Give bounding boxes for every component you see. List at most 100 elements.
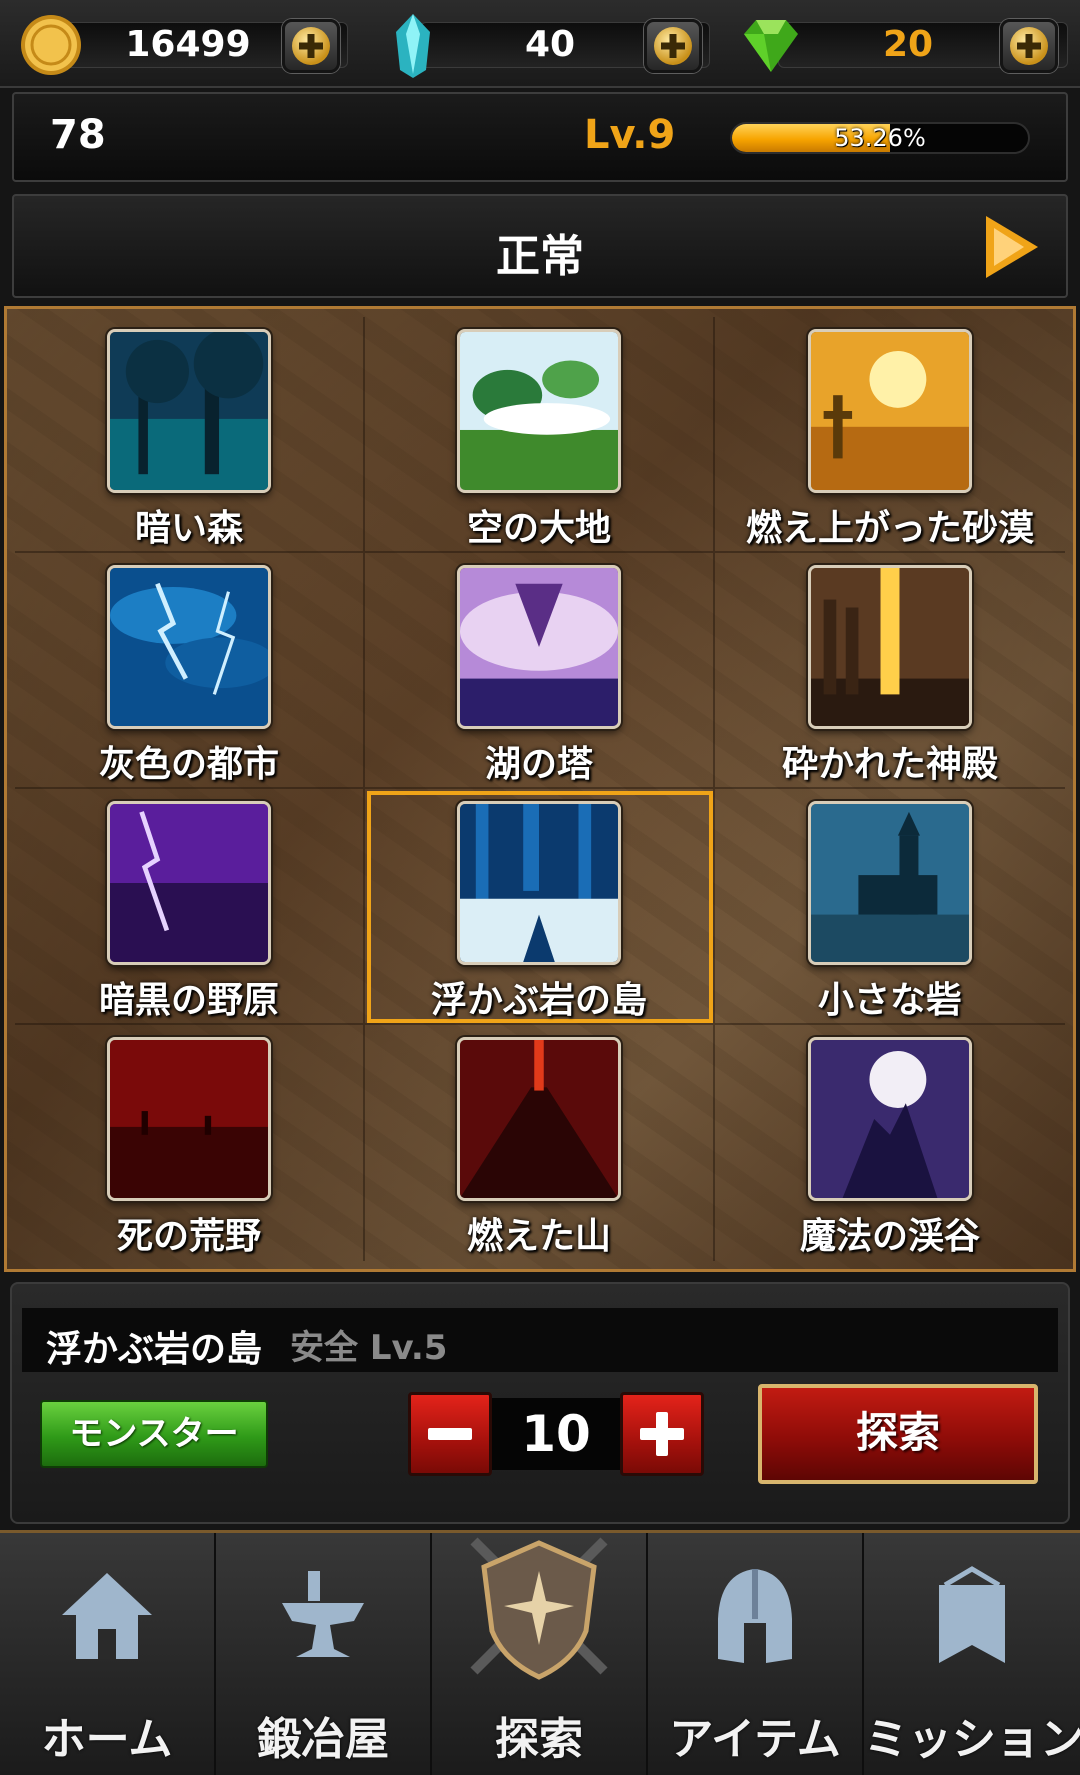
tab-blacksmith[interactable]: 鍛冶屋 [216, 1533, 432, 1775]
status-row: 正常 [12, 194, 1068, 298]
add-gem-button[interactable] [1000, 19, 1058, 73]
currency-bar: 16499 40 20 [0, 0, 1080, 88]
forest-scene-icon [110, 332, 268, 490]
plus-icon [1010, 27, 1048, 65]
tab-missions[interactable]: ミッション [864, 1533, 1080, 1775]
banner-icon [939, 1566, 1005, 1663]
tab-items[interactable]: アイテム [648, 1533, 864, 1775]
green-gem-icon [744, 20, 798, 72]
area-lake-tower[interactable]: 湖の塔 [365, 553, 715, 789]
tab-explore[interactable]: 探索 [432, 1533, 648, 1775]
gold-currency: 16499 [18, 10, 348, 78]
lake-tower-scene-icon [460, 568, 618, 726]
gold-coin-icon [21, 15, 81, 75]
status-title: 正常 [496, 231, 584, 282]
area-label: 魔法の渓谷 [799, 1216, 980, 1257]
gem-amount: 20 [882, 24, 934, 65]
xp-percent-text: 53.26% [834, 124, 926, 152]
tab-home[interactable]: ホーム [0, 1533, 216, 1775]
wasteland-scene-icon [110, 1040, 268, 1198]
area-label: 暗い森 [134, 508, 243, 549]
area-label: 砕かれた神殿 [781, 744, 998, 785]
area-thumbnail [107, 329, 271, 493]
decrement-button[interactable] [408, 1392, 492, 1476]
player-level: Lv.9 [584, 112, 676, 158]
player-level-row: 78 Lv.9 53.26% [12, 92, 1068, 182]
area-label: 死の荒野 [116, 1216, 261, 1257]
area-thumbnail [107, 565, 271, 729]
area-label: 暗黒の野原 [98, 980, 279, 1021]
volcano-scene-icon [460, 1040, 618, 1198]
next-arrow-icon[interactable] [980, 212, 1042, 282]
tab-label: 鍛冶屋 [257, 1714, 389, 1765]
gold-amount: 16499 [125, 24, 251, 65]
plus-icon [292, 27, 330, 65]
area-gray-city[interactable]: 灰色の都市 [15, 553, 365, 789]
area-sky-land[interactable]: 空の大地 [365, 317, 715, 553]
area-thumbnail [457, 801, 621, 965]
tab-label: ホーム [41, 1714, 173, 1765]
add-crystal-button[interactable] [644, 19, 702, 73]
crossed-swords-shield-icon [470, 1537, 608, 1680]
area-thumbnail [457, 565, 621, 729]
area-label: 湖の塔 [484, 744, 593, 785]
plus-icon [654, 27, 692, 65]
area-burning-desert[interactable]: 燃え上がった砂漠 [715, 317, 1065, 553]
helmet-icon [718, 1569, 792, 1663]
explore-button[interactable]: 探索 [758, 1384, 1038, 1484]
count-stepper: 10 [408, 1392, 704, 1476]
area-thumbnail [808, 565, 972, 729]
bottom-nav: ホーム 鍛冶屋 探索 アイテム ミッション [0, 1530, 1080, 1775]
area-map: 暗い森 空の大地 燃え上がった砂漠 灰色の都市 湖の塔 砕かれた神殿 暗黒の野原… [4, 306, 1076, 1272]
monster-button[interactable]: モンスター [40, 1400, 268, 1468]
area-shattered-temple[interactable]: 砕かれた神殿 [715, 553, 1065, 789]
player-number: 78 [50, 112, 106, 158]
minus-icon [428, 1428, 472, 1440]
area-dark-forest[interactable]: 暗い森 [15, 317, 365, 553]
area-thumbnail [808, 801, 972, 965]
area-label: 空の大地 [466, 508, 611, 549]
area-thumbnail [107, 1037, 271, 1201]
area-magic-valley[interactable]: 魔法の渓谷 [715, 1025, 1065, 1261]
area-thumbnail [107, 801, 271, 965]
area-small-fort[interactable]: 小さな砦 [715, 789, 1065, 1025]
crystal-amount: 40 [524, 24, 576, 65]
crystal-icon [396, 14, 430, 78]
area-burnt-mountain[interactable]: 燃えた山 [365, 1025, 715, 1261]
tab-label: 探索 [495, 1714, 583, 1765]
area-dark-field[interactable]: 暗黒の野原 [15, 789, 365, 1025]
anvil-icon [282, 1571, 364, 1657]
tab-label: アイテム [669, 1714, 841, 1765]
tab-label: ミッション [864, 1714, 1080, 1765]
area-label: 小さな砦 [817, 980, 962, 1021]
xp-progress-bar: 53.26% [730, 122, 1030, 154]
area-thumbnail [808, 1037, 972, 1201]
area-label: 灰色の都市 [98, 744, 279, 785]
selected-area-header: 浮かぶ岩の島 安全 Lv.5 [22, 1308, 1058, 1372]
count-value: 10 [492, 1398, 620, 1470]
storm-city-scene-icon [110, 568, 268, 726]
fort-scene-icon [811, 804, 969, 962]
floating-island-scene-icon [460, 804, 618, 962]
desert-scene-icon [811, 332, 969, 490]
temple-scene-icon [811, 568, 969, 726]
area-label: 浮かぶ岩の島 [430, 980, 647, 1021]
area-floating-rock-island[interactable]: 浮かぶ岩の島 [365, 789, 715, 1025]
add-gold-button[interactable] [282, 19, 340, 73]
selected-area-name: 浮かぶ岩の島 [46, 1329, 263, 1370]
dark-field-scene-icon [110, 804, 268, 962]
area-detail-panel: 浮かぶ岩の島 安全 Lv.5 モンスター 10 探索 [10, 1282, 1070, 1524]
gem-currency: 20 [738, 10, 1068, 78]
crystal-currency: 40 [380, 10, 710, 78]
area-death-wasteland[interactable]: 死の荒野 [15, 1025, 365, 1261]
area-thumbnail [808, 329, 972, 493]
area-label: 燃え上がった砂漠 [745, 508, 1034, 549]
increment-button[interactable] [620, 1392, 704, 1476]
area-thumbnail [457, 329, 621, 493]
area-thumbnail [457, 1037, 621, 1201]
home-icon [62, 1573, 152, 1659]
sky-land-scene-icon [460, 332, 618, 490]
area-label: 燃えた山 [466, 1216, 611, 1257]
area-grid: 暗い森 空の大地 燃え上がった砂漠 灰色の都市 湖の塔 砕かれた神殿 暗黒の野原… [15, 317, 1065, 1261]
valley-scene-icon [811, 1040, 969, 1198]
